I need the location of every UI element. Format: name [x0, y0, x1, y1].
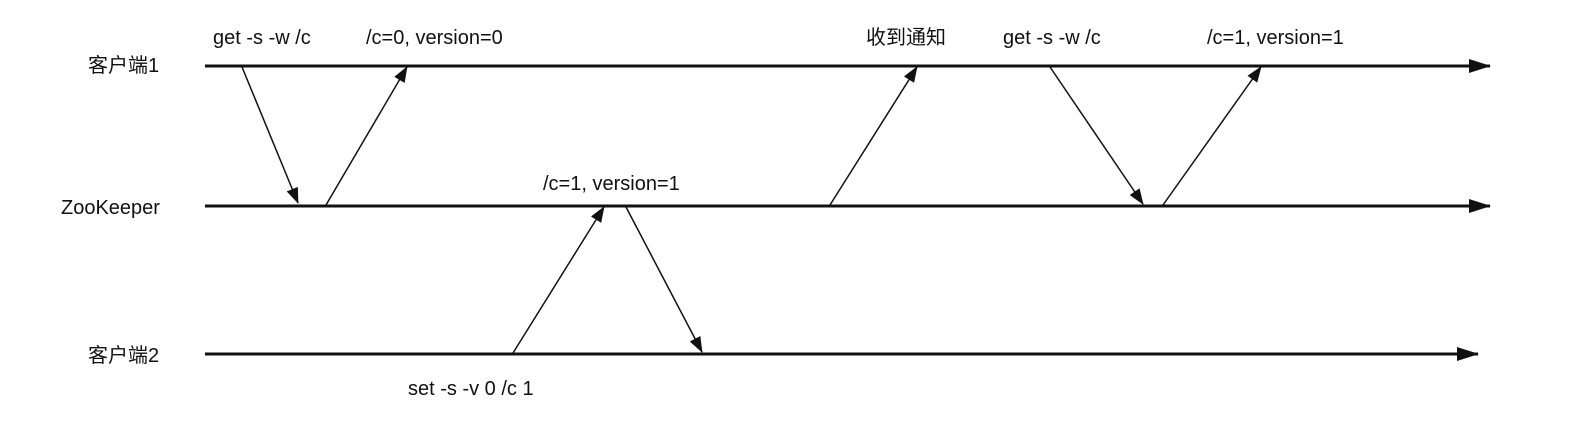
arrow-set-reply: [625, 206, 703, 353]
diagram-lines: [205, 59, 1491, 361]
arrow-response-v0: [325, 66, 408, 206]
arrow-get-watch-1: [241, 66, 299, 204]
arrow-set-command: [512, 206, 605, 354]
arrow-response-v1: [1162, 66, 1262, 206]
arrow-get-watch-2: [1049, 66, 1144, 205]
arrow-notification: [829, 66, 918, 206]
sequence-diagram: 客户端1 ZooKeeper 客户端2 get -s -w /c /c=0, v…: [0, 0, 1585, 423]
